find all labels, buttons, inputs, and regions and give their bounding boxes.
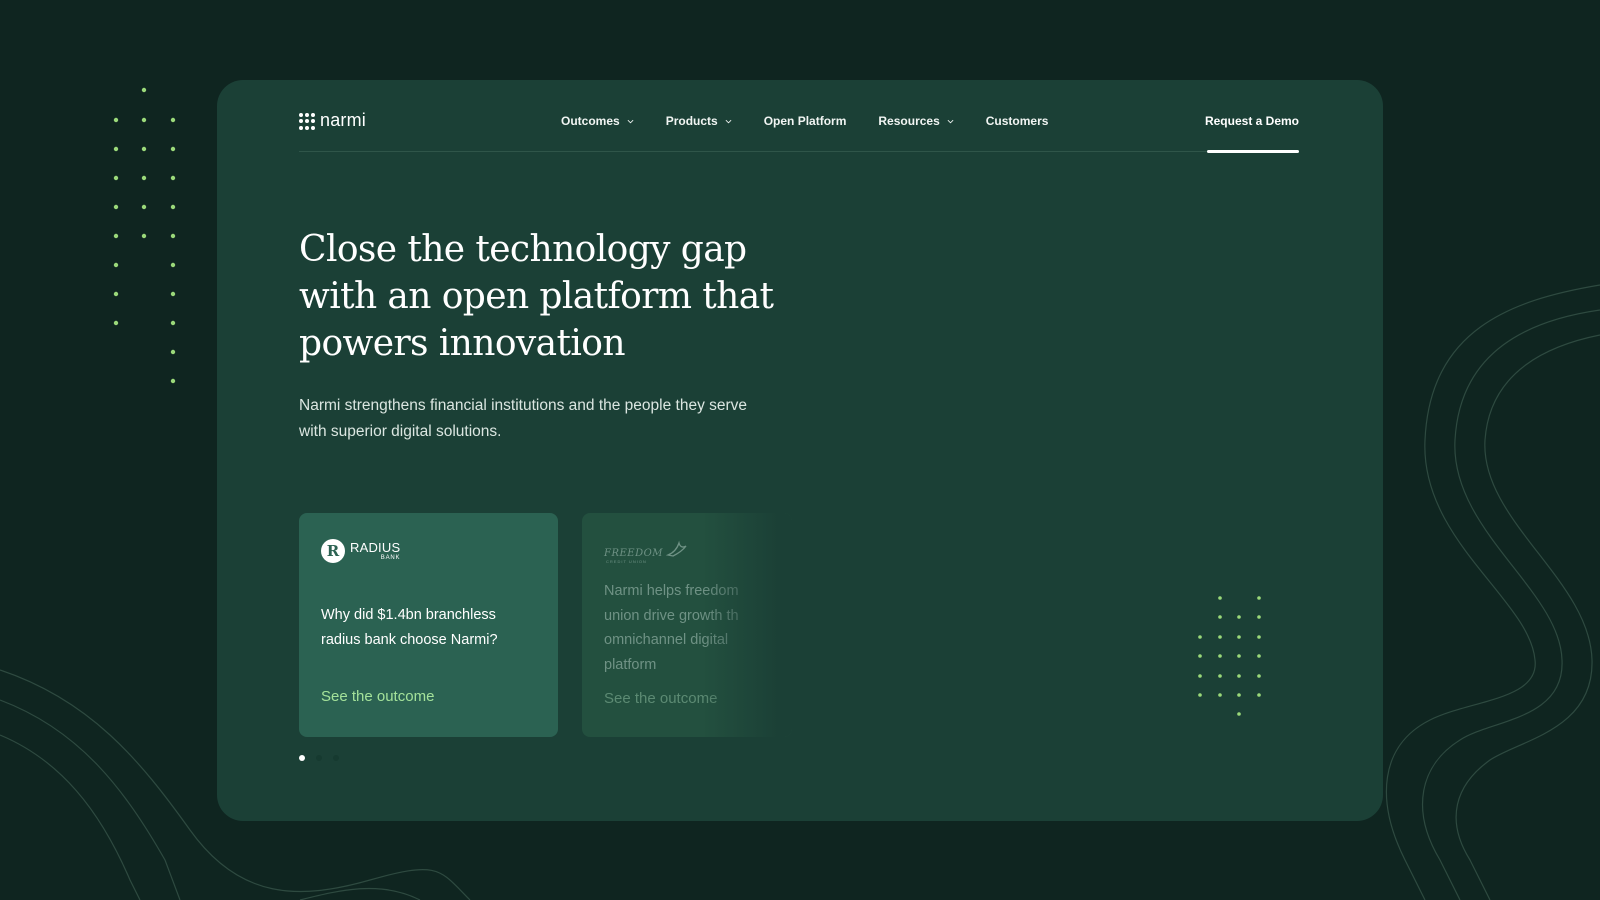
hero-title: Close the technology gap with an open pl… xyxy=(299,229,774,364)
freedom-credit-union-logo: FREEDOM xyxy=(604,539,687,559)
nav-item-outcomes[interactable]: Outcomes xyxy=(561,114,634,128)
narmi-logo-mark-icon xyxy=(299,112,317,131)
radius-bank-logo: R RADIUS BANK xyxy=(321,539,400,563)
decorative-dot-grid-right xyxy=(1198,596,1261,716)
logo-wordmark: narmi xyxy=(320,110,367,130)
carousel-dot-1[interactable] xyxy=(299,755,305,761)
nav-item-resources[interactable]: Resources xyxy=(878,114,954,128)
nav-item-open-platform[interactable]: Open Platform xyxy=(764,114,847,128)
nav-item-label: Open Platform xyxy=(763,114,847,128)
hero-subtitle: Narmi strengthens financial institutions… xyxy=(299,397,748,440)
nav-item-label: Outcomes xyxy=(561,114,620,128)
chevron-down-icon xyxy=(725,119,732,123)
radius-logo-sub: BANK xyxy=(380,555,401,561)
request-demo-button[interactable]: Request a Demo xyxy=(1205,114,1299,128)
case-study-question: Why did $1.4bn branchless radius bank ch… xyxy=(321,607,498,648)
nav-item-products[interactable]: Products xyxy=(666,114,732,128)
radius-logo-name: RADIUS xyxy=(350,540,401,555)
top-navigation: narmi Outcomes Products Open Platform Re… xyxy=(299,80,1299,153)
radius-r-icon: R xyxy=(321,539,345,563)
freedom-logo-name: FREEDOM xyxy=(604,548,664,559)
carousel-pagination xyxy=(299,755,339,761)
carousel-dot-3[interactable] xyxy=(333,755,339,761)
hero-card: narmi Outcomes Products Open Platform Re… xyxy=(217,80,1383,821)
freedom-logo-sub: CREDIT UNION xyxy=(606,559,647,564)
case-study-card-radius[interactable]: R RADIUS BANK Why did $1.4bn branchless … xyxy=(299,513,558,737)
decorative-dot-grid-left xyxy=(113,87,176,384)
see-outcome-link[interactable]: See the outcome xyxy=(321,688,434,705)
main-menu: Outcomes Products Open Platform Resource… xyxy=(561,114,1080,128)
request-demo-underline xyxy=(1207,150,1299,153)
carousel-dot-2[interactable] xyxy=(316,755,322,761)
nav-item-label: Resources xyxy=(878,114,940,128)
chevron-down-icon xyxy=(627,119,634,123)
carousel-fade-overlay xyxy=(702,513,792,737)
nav-item-label: Customers xyxy=(985,114,1049,128)
nav-item-customers[interactable]: Customers xyxy=(986,114,1049,128)
chevron-down-icon xyxy=(947,119,954,123)
see-outcome-link[interactable]: See the outcome xyxy=(604,690,717,707)
freedom-bird-icon xyxy=(665,540,687,557)
nav-item-label: Products xyxy=(665,114,718,128)
case-study-card-freedom[interactable]: FREEDOM CREDIT UNION Narmi helps freedom… xyxy=(582,513,792,737)
narmi-logo[interactable]: narmi xyxy=(299,110,366,131)
